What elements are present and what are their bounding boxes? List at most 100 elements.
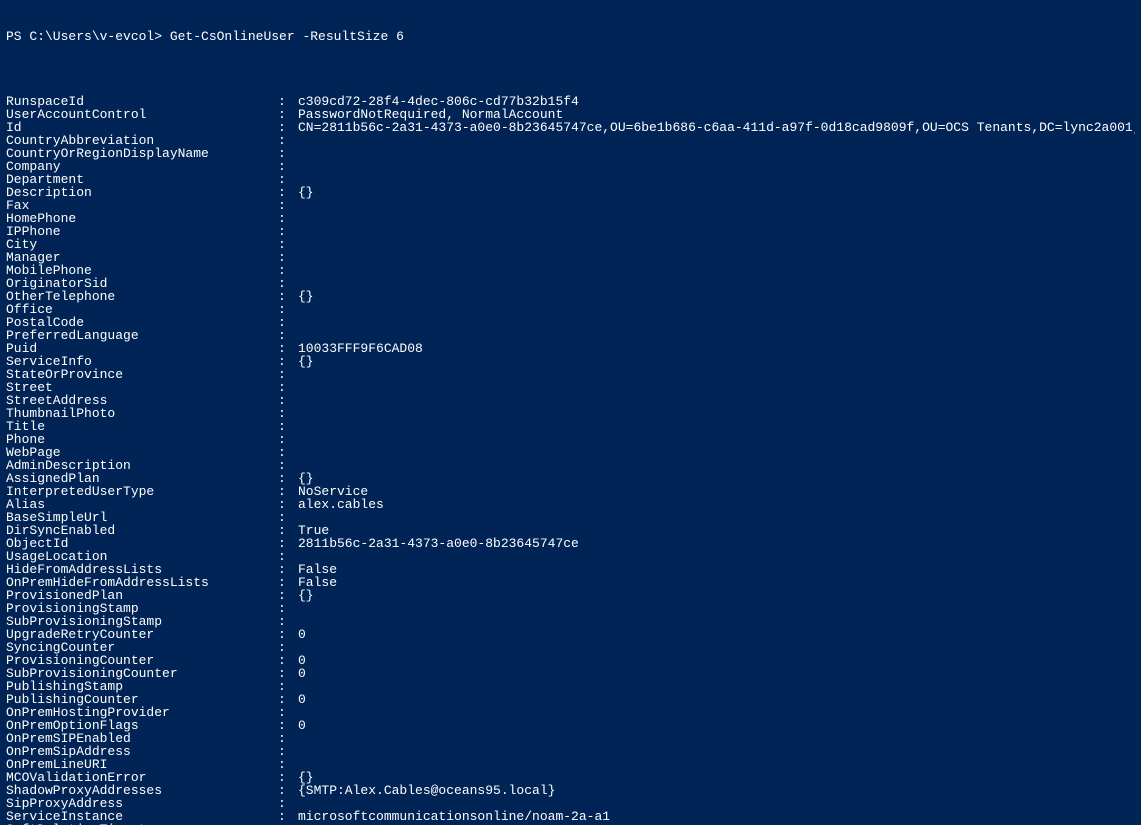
property-row: OnPremLineURI: [6,758,1135,771]
property-key: Description [6,186,278,199]
property-key: ThumbnailPhoto [6,407,278,420]
property-key: PreferredLanguage [6,329,278,342]
property-value [298,303,1135,316]
property-value [298,446,1135,459]
property-value [298,433,1135,446]
property-row: Office: [6,303,1135,316]
property-row: IPPhone: [6,225,1135,238]
property-value: {SMTP:Alex.Cables@oceans95.local} [298,784,1135,797]
property-row: SipProxyAddress: [6,797,1135,810]
command-output: RunspaceId: c309cd72-28f4-4dec-806c-cd77… [6,95,1135,825]
property-value: 0 [298,667,1135,680]
property-key: UserAccountControl [6,108,278,121]
property-value: microsoftcommunicationsonline/noam-2a-a1 [298,810,1135,823]
property-row: CountryOrRegionDisplayName: [6,147,1135,160]
property-value [298,602,1135,615]
property-value: PasswordNotRequired, NormalAccount [298,108,1135,121]
property-row: Manager: [6,251,1135,264]
property-value [298,706,1135,719]
property-value [298,641,1135,654]
property-row: MobilePhone: [6,264,1135,277]
property-value [298,615,1135,628]
property-value [298,511,1135,524]
property-row: SubProvisioningCounter: 0 [6,667,1135,680]
property-row: PreferredLanguage: [6,329,1135,342]
property-value [298,199,1135,212]
property-row: Department: [6,173,1135,186]
property-row: Phone: [6,433,1135,446]
property-value: {} [298,472,1135,485]
property-row: OtherTelephone: {} [6,290,1135,303]
property-value [298,745,1135,758]
property-value [298,316,1135,329]
property-value: {} [298,186,1135,199]
property-value [298,680,1135,693]
property-value: 10033FFF9F6CAD08 [298,342,1135,355]
property-row: UsageLocation: [6,550,1135,563]
property-value [298,134,1135,147]
property-row: Company: [6,160,1135,173]
property-row: InterpretedUserType: NoService [6,485,1135,498]
property-value [298,147,1135,160]
property-row: City: [6,238,1135,251]
property-row: ProvisionedPlan: {} [6,589,1135,602]
property-value [298,368,1135,381]
property-row: SubProvisioningStamp: [6,615,1135,628]
property-key: Title [6,420,278,433]
property-row: StateOrProvince: [6,368,1135,381]
property-row: PostalCode: [6,316,1135,329]
property-value [298,264,1135,277]
property-row: ObjectId: 2811b56c-2a31-4373-a0e0-8b2364… [6,537,1135,550]
property-row: Id: CN=2811b56c-2a31-4373-a0e0-8b2364574… [6,121,1135,134]
property-row: RunspaceId: c309cd72-28f4-4dec-806c-cd77… [6,95,1135,108]
property-value: NoService [298,485,1135,498]
property-row: PublishingCounter: 0 [6,693,1135,706]
property-row: OnPremSIPEnabled: [6,732,1135,745]
property-row: UserAccountControl: PasswordNotRequired,… [6,108,1135,121]
property-row: Description: {} [6,186,1135,199]
property-value [298,173,1135,186]
property-value: 0 [298,628,1135,641]
property-value [298,420,1135,433]
property-row: Street: [6,381,1135,394]
property-row: WebPage: [6,446,1135,459]
property-row: UpgradeRetryCounter: 0 [6,628,1135,641]
property-row: Puid: 10033FFF9F6CAD08 [6,342,1135,355]
property-value: CN=2811b56c-2a31-4373-a0e0-8b23645747ce,… [298,121,1135,134]
property-value: 0 [298,719,1135,732]
property-key: IPPhone [6,225,278,238]
prompt-line: PS C:\Users\v-evcol> Get-CsOnlineUser -R… [6,30,1135,43]
property-value [298,797,1135,810]
property-value: {} [298,589,1135,602]
property-row: AssignedPlan: {} [6,472,1135,485]
property-value [298,407,1135,420]
property-row: Title: [6,420,1135,433]
property-value [298,758,1135,771]
property-value [298,225,1135,238]
property-row: StreetAddress: [6,394,1135,407]
property-value: True [298,524,1135,537]
property-value [298,394,1135,407]
property-row: DirSyncEnabled: True [6,524,1135,537]
property-value: c309cd72-28f4-4dec-806c-cd77b32b15f4 [298,95,1135,108]
powershell-terminal[interactable]: PS C:\Users\v-evcol> Get-CsOnlineUser -R… [0,0,1141,825]
property-value [298,238,1135,251]
property-row: OnPremHideFromAddressLists: False [6,576,1135,589]
property-row: ProvisioningStamp: [6,602,1135,615]
property-row: ServiceInstance: microsoftcommunications… [6,810,1135,823]
property-value [298,550,1135,563]
property-value [298,251,1135,264]
property-value [298,381,1135,394]
property-row: Fax: [6,199,1135,212]
property-key: InterpretedUserType [6,485,278,498]
property-value: {} [298,355,1135,368]
property-value [298,459,1135,472]
property-value [298,160,1135,173]
property-value: alex.cables [298,498,1135,511]
property-value [298,277,1135,290]
property-value: 0 [298,693,1135,706]
property-value: False [298,563,1135,576]
property-row: Alias: alex.cables [6,498,1135,511]
property-value [298,212,1135,225]
property-row: BaseSimpleUrl: [6,511,1135,524]
